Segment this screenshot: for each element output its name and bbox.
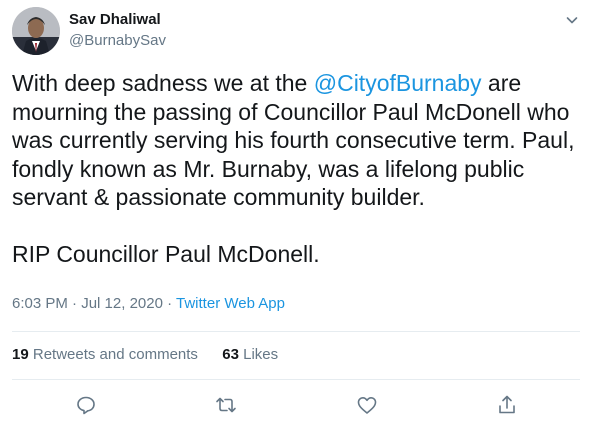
likes-label: Likes [238, 346, 279, 363]
tweet-paragraph: With deep sadness we at the @CityofBurna… [12, 69, 584, 212]
tweet-date[interactable]: Jul 12, 2020 [81, 295, 163, 312]
retweet-button[interactable] [214, 393, 238, 417]
tweet-stats: 19 Retweets and comments 63 Likes [12, 345, 278, 365]
retweet-icon [216, 397, 236, 413]
tweet-metadata: 6:03 PM · Jul 12, 2020 · Twitter Web App [12, 294, 285, 314]
likes-stat[interactable]: 63 Likes [222, 346, 278, 363]
reply-button[interactable] [74, 393, 98, 417]
chevron-down-icon [566, 17, 578, 24]
likes-count: 63 [222, 346, 239, 363]
tweet-source-link[interactable]: Twitter Web App [176, 295, 285, 312]
tweet-paragraph-rip: RIP Councillor Paul McDonell. [12, 241, 320, 267]
tweet-text-before-mention: With deep sadness we at the [12, 70, 314, 96]
avatar[interactable] [12, 7, 60, 55]
divider [12, 331, 580, 332]
avatar-image [12, 7, 60, 55]
share-icon [499, 395, 515, 414]
tweet-card: Sav Dhaliwal @BurnabySav With deep sadne… [0, 0, 592, 426]
retweets-label: Retweets and comments [28, 346, 198, 363]
more-options-button[interactable] [562, 10, 582, 30]
heart-icon [357, 397, 377, 414]
divider [12, 379, 580, 380]
meta-separator: · [67, 295, 82, 312]
tweet-time[interactable]: 6:03 PM [12, 295, 68, 312]
author-name[interactable]: Sav Dhaliwal [69, 10, 161, 30]
meta-separator-2: · [162, 295, 177, 312]
like-button[interactable] [355, 393, 379, 417]
mention-link[interactable]: @CityofBurnaby [314, 70, 482, 96]
reply-icon [77, 396, 95, 415]
author-handle[interactable]: @BurnabySav [69, 31, 166, 51]
retweets-stat[interactable]: 19 Retweets and comments [12, 346, 198, 363]
tweet-text: With deep sadness we at the @CityofBurna… [12, 69, 584, 269]
retweets-count: 19 [12, 346, 29, 363]
share-button[interactable] [495, 393, 519, 417]
action-bar [0, 393, 592, 417]
